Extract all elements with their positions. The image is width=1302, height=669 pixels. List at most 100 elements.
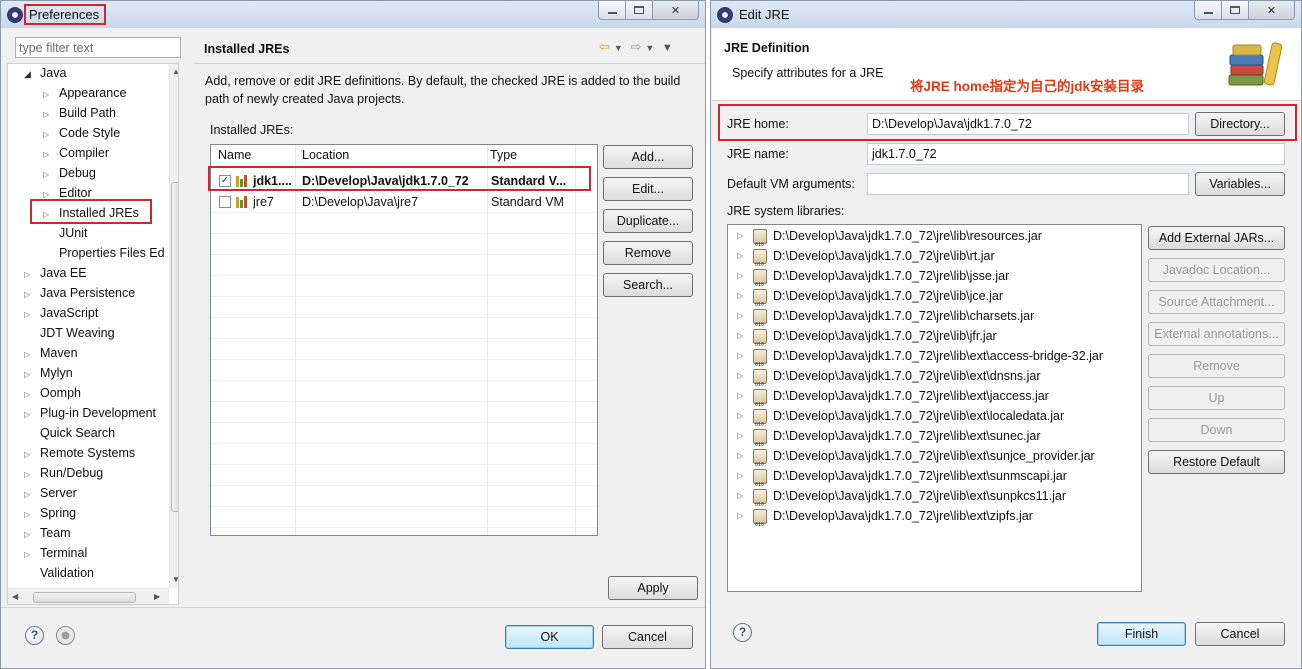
jre-libraries-tree[interactable]: ▷ D:\Develop\Java\jdk1.7.0_72\jre\lib\res… bbox=[727, 224, 1142, 592]
library-item[interactable]: ▷ D:\Develop\Java\jdk1.7.0_72\jre\lib\ext… bbox=[728, 506, 1141, 535]
collapsed-arrow-icon[interactable]: ▷ bbox=[24, 545, 34, 564]
tree-scroll-thumb[interactable] bbox=[171, 182, 178, 512]
scroll-up-icon[interactable]: ▲ bbox=[172, 67, 178, 76]
tree-item[interactable]: ▷ Build Path bbox=[43, 104, 116, 123]
collapsed-arrow-icon[interactable]: ▷ bbox=[24, 465, 34, 484]
tree-hscroll-thumb[interactable] bbox=[33, 592, 136, 603]
remove-jre-button[interactable]: Remove bbox=[603, 241, 693, 265]
duplicate-jre-button[interactable]: Duplicate... bbox=[603, 209, 693, 233]
back-arrow-icon[interactable]: ⇦ bbox=[599, 39, 610, 55]
tree-item[interactable]: ▷ Oomph bbox=[24, 384, 81, 403]
collapsed-arrow-icon[interactable]: ▷ bbox=[737, 406, 747, 426]
filter-input[interactable] bbox=[15, 37, 181, 58]
close-button[interactable]: ✕ bbox=[1249, 1, 1295, 20]
edit-jre-button[interactable]: Edit... bbox=[603, 177, 693, 201]
add-jre-button[interactable]: Add... bbox=[603, 145, 693, 169]
record-macro-icon[interactable] bbox=[56, 626, 75, 645]
tree-item[interactable]: ▷ Team bbox=[24, 524, 71, 543]
library-item[interactable]: ▷ D:\Develop\Java\jdk1.7.0_72\jre\lib\ext… bbox=[728, 346, 1141, 375]
collapsed-arrow-icon[interactable]: ▷ bbox=[737, 346, 747, 366]
tree-item[interactable]: ▷ Spring bbox=[24, 504, 76, 523]
maximize-button[interactable] bbox=[1222, 1, 1249, 20]
collapsed-arrow-icon[interactable]: ▷ bbox=[24, 485, 34, 504]
tree-item[interactable]: ▷ Code Style bbox=[43, 124, 120, 143]
collapsed-arrow-icon[interactable]: ▷ bbox=[24, 445, 34, 464]
library-item[interactable]: ▷ D:\Develop\Java\jdk1.7.0_72\jre\lib\res… bbox=[728, 226, 1141, 255]
collapsed-arrow-icon[interactable]: ▷ bbox=[24, 525, 34, 544]
restore-default-button[interactable]: Restore Default bbox=[1148, 450, 1285, 474]
search-jre-button[interactable]: Search... bbox=[603, 273, 693, 297]
collapsed-arrow-icon[interactable]: ▷ bbox=[24, 285, 34, 304]
collapsed-arrow-icon[interactable]: ▷ bbox=[24, 305, 34, 324]
edit-jre-titlebar[interactable]: Edit JRE ✕ bbox=[711, 1, 1301, 28]
back-dropdown-icon[interactable]: ▼ bbox=[614, 43, 623, 53]
jre-checkbox[interactable] bbox=[219, 196, 231, 208]
cancel-button[interactable]: Cancel bbox=[1195, 622, 1285, 646]
move-down-button[interactable]: Down bbox=[1148, 418, 1285, 442]
help-icon[interactable]: ? bbox=[733, 623, 752, 642]
scroll-down-icon[interactable]: ▼ bbox=[172, 575, 178, 584]
collapsed-arrow-icon[interactable]: ▷ bbox=[24, 385, 34, 404]
tree-item[interactable]: Quick Search bbox=[24, 424, 115, 443]
table-row[interactable]: jre7 D:\Develop\Java\jre7 Standard VM bbox=[211, 192, 597, 212]
library-item[interactable]: ▷ D:\Develop\Java\jdk1.7.0_72\jre\lib\ext… bbox=[728, 406, 1141, 435]
tree-item[interactable]: ▷ Run/Debug bbox=[24, 464, 103, 483]
library-item[interactable]: ▷ D:\Develop\Java\jdk1.7.0_72\jre\lib\jfr… bbox=[728, 326, 1141, 355]
source-attachment-button[interactable]: Source Attachment... bbox=[1148, 290, 1285, 314]
tree-item[interactable]: Properties Files Ed bbox=[43, 244, 165, 263]
column-header-type[interactable]: Type bbox=[483, 145, 575, 165]
tree-item[interactable]: Validation bbox=[24, 564, 94, 583]
apply-button[interactable]: Apply bbox=[608, 576, 698, 600]
column-header-location[interactable]: Location bbox=[295, 145, 487, 165]
collapsed-arrow-icon[interactable]: ▷ bbox=[43, 165, 53, 184]
collapsed-arrow-icon[interactable]: ▷ bbox=[737, 426, 747, 446]
collapsed-arrow-icon[interactable]: ▷ bbox=[737, 366, 747, 386]
library-item[interactable]: ▷ D:\Develop\Java\jdk1.7.0_72\jre\lib\ext… bbox=[728, 486, 1141, 515]
collapsed-arrow-icon[interactable]: ▷ bbox=[737, 306, 747, 326]
collapsed-arrow-icon[interactable]: ▷ bbox=[737, 246, 747, 266]
ok-button[interactable]: OK bbox=[505, 625, 594, 649]
scroll-left-icon[interactable]: ◀ bbox=[12, 592, 18, 601]
collapsed-arrow-icon[interactable]: ▷ bbox=[43, 125, 53, 144]
tree-item[interactable]: ▷ Terminal bbox=[24, 544, 87, 563]
collapsed-arrow-icon[interactable]: ▷ bbox=[737, 446, 747, 466]
tree-horizontal-scrollbar[interactable]: ◀ ▶ bbox=[8, 588, 169, 604]
forward-dropdown-icon[interactable]: ▼ bbox=[645, 43, 654, 53]
column-header-name[interactable]: Name bbox=[211, 145, 295, 165]
library-item[interactable]: ▷ D:\Develop\Java\jdk1.7.0_72\jre\lib\jce… bbox=[728, 286, 1141, 315]
tree-item[interactable]: ◢ Java bbox=[24, 64, 66, 83]
vm-args-input[interactable] bbox=[867, 173, 1189, 195]
help-icon[interactable]: ? bbox=[25, 626, 44, 645]
maximize-button[interactable] bbox=[626, 1, 653, 20]
library-item[interactable]: ▷ D:\Develop\Java\jdk1.7.0_72\jre\lib\cha… bbox=[728, 306, 1141, 335]
tree-item[interactable]: ▷ Java Persistence bbox=[24, 284, 135, 303]
tree-item[interactable]: ▷ Plug-in Development bbox=[24, 404, 156, 423]
library-item[interactable]: ▷ D:\Develop\Java\jdk1.7.0_72\jre\lib\ext… bbox=[728, 386, 1141, 415]
tree-item[interactable]: ▷ JavaScript bbox=[24, 304, 98, 323]
javadoc-location-button[interactable]: Javadoc Location... bbox=[1148, 258, 1285, 282]
jre-name-input[interactable]: jdk1.7.0_72 bbox=[867, 143, 1285, 165]
collapsed-arrow-icon[interactable]: ▷ bbox=[24, 345, 34, 364]
finish-button[interactable]: Finish bbox=[1097, 622, 1186, 646]
view-menu-icon[interactable]: ▼ bbox=[662, 42, 673, 54]
minimize-button[interactable] bbox=[598, 1, 626, 20]
collapsed-arrow-icon[interactable]: ▷ bbox=[737, 266, 747, 286]
scroll-right-icon[interactable]: ▶ bbox=[154, 592, 160, 601]
collapsed-arrow-icon[interactable]: ▷ bbox=[43, 145, 53, 164]
tree-item[interactable]: JUnit bbox=[43, 224, 87, 243]
library-item[interactable]: ▷ D:\Develop\Java\jdk1.7.0_72\jre\lib\ext… bbox=[728, 446, 1141, 475]
move-up-button[interactable]: Up bbox=[1148, 386, 1285, 410]
tree-item[interactable]: ▷ Mylyn bbox=[24, 364, 73, 383]
collapsed-arrow-icon[interactable]: ▷ bbox=[737, 226, 747, 246]
collapsed-arrow-icon[interactable]: ▷ bbox=[24, 505, 34, 524]
collapsed-arrow-icon[interactable]: ▷ bbox=[737, 486, 747, 506]
collapsed-arrow-icon[interactable]: ▷ bbox=[24, 405, 34, 424]
external-annotations-button[interactable]: External annotations... bbox=[1148, 322, 1285, 346]
add-external-jars-button[interactable]: Add External JARs... bbox=[1148, 226, 1285, 250]
tree-item[interactable]: ▷ Debug bbox=[43, 164, 96, 183]
tree-item[interactable]: ▷ Compiler bbox=[43, 144, 109, 163]
tree-item[interactable]: ▷ Maven bbox=[24, 344, 78, 363]
library-item[interactable]: ▷ D:\Develop\Java\jdk1.7.0_72\jre\lib\rt.… bbox=[728, 246, 1141, 275]
library-item[interactable]: ▷ D:\Develop\Java\jdk1.7.0_72\jre\lib\jss… bbox=[728, 266, 1141, 295]
tree-item[interactable]: ▷ Remote Systems bbox=[24, 444, 135, 463]
